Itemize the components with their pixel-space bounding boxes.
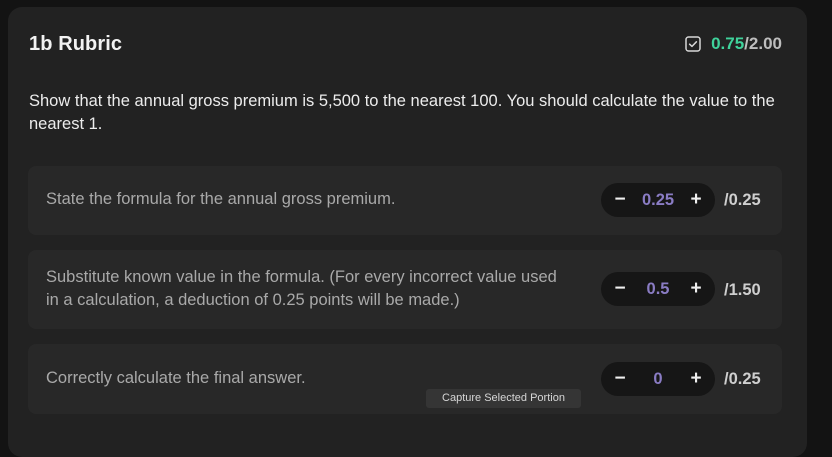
max-points: /1.50 bbox=[724, 281, 761, 299]
rubric-panel: 1b Rubric 0.75/2.00 Show that the annual… bbox=[8, 7, 807, 457]
capture-tooltip: Capture Selected Portion bbox=[426, 389, 581, 408]
points-value[interactable]: 0.25 bbox=[642, 191, 674, 210]
points-value[interactable]: 0.5 bbox=[647, 280, 670, 299]
rubric-title: 1b Rubric bbox=[29, 32, 123, 55]
criterion-row: Correctly calculate the final answer. − … bbox=[28, 344, 782, 414]
checkbox-icon bbox=[685, 36, 701, 52]
criterion-row: Substitute known value in the formula. (… bbox=[28, 250, 782, 329]
increment-button[interactable]: + bbox=[689, 362, 703, 396]
max-points: /0.25 bbox=[724, 370, 761, 388]
criterion-text: Correctly calculate the final answer. bbox=[46, 369, 306, 387]
criterion-text: State the formula for the annual gross p… bbox=[46, 190, 396, 208]
score-earned: 0.75 bbox=[711, 34, 745, 53]
decrement-button[interactable]: − bbox=[613, 183, 627, 217]
max-points: /0.25 bbox=[724, 191, 761, 209]
decrement-button[interactable]: − bbox=[613, 272, 627, 306]
criterion-text: Substitute known value in the formula. (… bbox=[46, 268, 557, 309]
criterion-row: State the formula for the annual gross p… bbox=[28, 166, 782, 235]
increment-button[interactable]: + bbox=[689, 183, 703, 217]
increment-button[interactable]: + bbox=[689, 272, 703, 306]
points-stepper: − 0 + bbox=[601, 362, 715, 396]
score-summary: 0.75/2.00 bbox=[685, 34, 782, 54]
decrement-button[interactable]: − bbox=[613, 362, 627, 396]
question-text: Show that the annual gross premium is 5,… bbox=[29, 92, 775, 133]
points-value[interactable]: 0 bbox=[653, 370, 662, 389]
score-total: 2.00 bbox=[748, 34, 782, 53]
rubric-header: 1b Rubric 0.75/2.00 bbox=[29, 31, 782, 57]
points-stepper: − 0.25 + bbox=[601, 183, 715, 217]
points-stepper: − 0.5 + bbox=[601, 272, 715, 306]
